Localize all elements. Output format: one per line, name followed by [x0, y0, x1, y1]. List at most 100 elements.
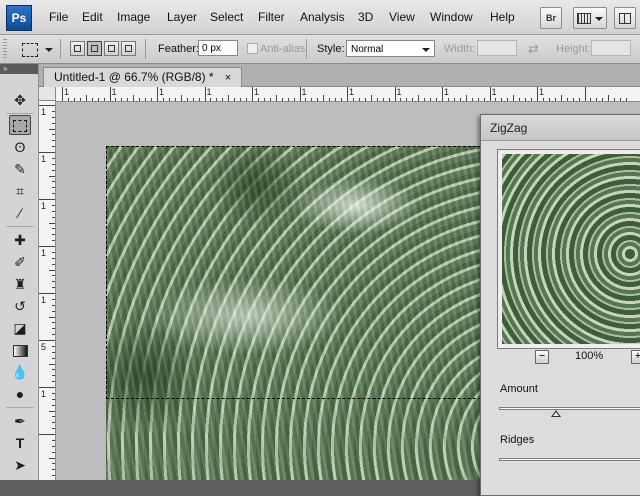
dodge-icon[interactable]: ● — [9, 384, 31, 404]
ridges-slider[interactable] — [499, 458, 640, 461]
ruler-tick — [52, 187, 55, 189]
gradient-icon[interactable] — [9, 340, 31, 360]
antialias-checkbox[interactable] — [247, 43, 258, 54]
dialog-title[interactable]: ZigZag — [481, 115, 640, 141]
menu-filter[interactable]: Filter — [258, 10, 285, 24]
photoshop-logo[interactable]: Ps — [6, 5, 32, 31]
ruler-tick — [554, 98, 556, 101]
lasso-icon[interactable]: ʘ — [9, 137, 31, 157]
ruler-tick — [246, 98, 248, 101]
menu-analysis[interactable]: Analysis — [300, 10, 345, 24]
eraser-icon[interactable]: ◪ — [9, 318, 31, 338]
ruler-origin[interactable] — [39, 87, 56, 101]
ruler-tick — [157, 87, 158, 101]
vertical-ruler[interactable]: 1 1 1 1 1 5 1 — [39, 101, 56, 480]
eyedropper-icon[interactable]: ⁄ — [9, 203, 31, 223]
quick-select-icon[interactable]: ✎ — [9, 159, 31, 179]
screen-mode-button[interactable] — [573, 7, 607, 29]
add-to-selection-button[interactable] — [87, 41, 102, 56]
document-tab[interactable]: Untitled-1 @ 66.7% (RGB/8) * × — [43, 67, 243, 87]
width-input[interactable] — [477, 40, 517, 56]
menu-view[interactable]: View — [389, 10, 415, 24]
menu-window[interactable]: Window — [430, 10, 473, 24]
intersect-selection-button[interactable] — [121, 41, 136, 56]
type-icon[interactable]: T — [9, 433, 31, 453]
ruler-tick — [608, 95, 610, 101]
ruler-tick — [39, 199, 55, 200]
ruler-tick — [180, 95, 182, 101]
tool-preset-marquee-icon[interactable] — [22, 43, 38, 57]
menu-file[interactable]: File — [49, 10, 68, 24]
ruler-label: 1 — [41, 248, 47, 258]
ruler-tick — [52, 416, 55, 418]
ruler-label: 1 — [349, 87, 355, 97]
ruler-tick — [103, 98, 105, 101]
ruler-tick — [572, 98, 574, 101]
menu-select[interactable]: Select — [210, 10, 243, 24]
arrange-documents-button[interactable] — [614, 7, 636, 29]
bridge-button[interactable]: Br — [540, 7, 562, 29]
tool-preset-dropdown-icon[interactable] — [45, 48, 53, 52]
tools-collapse-bar[interactable]: » — [0, 64, 38, 74]
ruler-tick — [52, 110, 55, 112]
zoom-out-button[interactable]: − — [535, 350, 549, 364]
filter-preview[interactable] — [502, 154, 640, 344]
ruler-label: 1 — [444, 87, 450, 97]
pen-icon[interactable]: ✒ — [9, 411, 31, 431]
rect-marquee-icon[interactable] — [9, 115, 31, 135]
blur-icon[interactable]: 💧 — [9, 362, 31, 382]
ruler-tick — [52, 251, 55, 253]
ruler-tick — [447, 98, 449, 101]
ruler-tick — [542, 98, 544, 101]
zoom-in-button[interactable]: + — [631, 350, 640, 364]
menu-image[interactable]: Image — [117, 10, 150, 24]
brush-icon[interactable]: ✐ — [9, 252, 31, 272]
ruler-tick — [73, 98, 75, 101]
amount-slider-thumb[interactable] — [551, 410, 561, 417]
ruler-tick — [465, 95, 467, 101]
ruler-tick — [382, 98, 384, 101]
horizontal-ruler[interactable]: 1 1 1 1 1 1 1 1 1 1 1 — [56, 87, 640, 102]
amount-slider[interactable] — [499, 407, 640, 417]
options-divider — [145, 39, 146, 59]
ruler-tick — [228, 95, 230, 101]
film-strip-icon — [576, 13, 591, 25]
new-selection-icon — [74, 45, 81, 52]
healing-brush-icon[interactable]: ✚ — [9, 230, 31, 250]
ruler-tick — [62, 87, 63, 101]
new-selection-button[interactable] — [70, 41, 85, 56]
crop-icon[interactable]: ⌗ — [9, 181, 31, 201]
ruler-tick — [442, 87, 443, 101]
height-input[interactable] — [591, 40, 631, 56]
ruler-tick — [52, 163, 55, 165]
menu-edit[interactable]: Edit — [82, 10, 103, 24]
clone-stamp-icon[interactable]: ♜ — [9, 274, 31, 294]
ruler-tick — [269, 98, 271, 101]
history-brush-icon[interactable]: ↺ — [9, 296, 31, 316]
ruler-tick — [52, 181, 55, 183]
ruler-tick — [293, 98, 295, 101]
menu-3d[interactable]: 3D — [358, 10, 373, 24]
style-select[interactable]: Normal — [346, 40, 435, 57]
intersect-selection-icon — [125, 45, 132, 52]
ruler-tick — [139, 98, 141, 101]
ruler-tick — [52, 116, 55, 118]
options-grip-handle[interactable] — [3, 39, 7, 59]
ruler-label: 1 — [206, 87, 212, 97]
ruler-tick — [548, 98, 550, 101]
ruler-tick — [590, 98, 592, 101]
ruler-tick — [49, 222, 55, 224]
move-icon[interactable]: ✥ — [9, 90, 31, 110]
close-icon[interactable]: × — [225, 72, 231, 84]
ruler-tick — [495, 98, 497, 101]
ruler-label: 1 — [41, 201, 47, 211]
swap-dimensions-icon[interactable]: ⇄ — [528, 41, 539, 57]
ruler-tick — [252, 87, 253, 101]
feather-input[interactable]: 0 px — [198, 40, 238, 56]
path-select-icon[interactable]: ➤ — [9, 455, 31, 475]
ruler-label: 1 — [41, 389, 47, 399]
ruler-tick — [186, 98, 188, 101]
menu-layer[interactable]: Layer — [167, 10, 197, 24]
subtract-selection-button[interactable] — [104, 41, 119, 56]
menu-help[interactable]: Help — [490, 10, 515, 24]
